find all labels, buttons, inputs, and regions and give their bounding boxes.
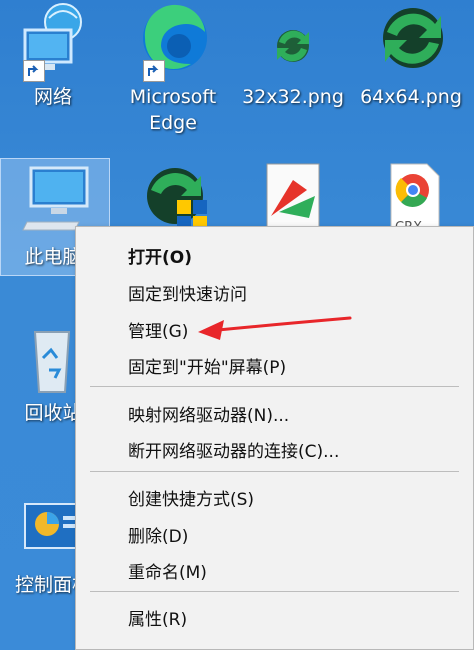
menu-item-rename[interactable]: 重命名(M) <box>128 558 207 583</box>
network-icon <box>13 2 93 82</box>
png-file-icon <box>253 2 333 82</box>
menu-item-pin-start[interactable]: 固定到"开始"屏幕(P) <box>128 353 286 378</box>
red-arrow-annotation <box>198 316 352 340</box>
icon-label: 64x64.png <box>360 86 462 108</box>
desktop-icon-32png[interactable]: 32x32.png <box>240 2 346 110</box>
menu-item-manage[interactable]: 管理(G) <box>128 317 188 342</box>
menu-item-pin-quick-access[interactable]: 固定到快速访问 <box>128 280 247 305</box>
menu-separator <box>90 471 459 472</box>
menu-item-disconnect-drive[interactable]: 断开网络驱动器的连接(C)... <box>128 437 339 462</box>
icon-label: 网络 <box>33 86 72 108</box>
shortcut-arrow-icon <box>23 60 45 82</box>
menu-separator <box>90 386 459 387</box>
icon-label: Microsoft Edge <box>129 86 217 134</box>
icon-label: 32x32.png <box>242 86 344 108</box>
menu-item-properties[interactable]: 属性(R) <box>128 605 187 630</box>
menu-item-map-drive[interactable]: 映射网络驱动器(N)... <box>128 401 289 426</box>
desktop-icon-64png[interactable]: 64x64.png <box>358 2 464 110</box>
desktop-icon-network[interactable]: 网络 <box>0 2 106 110</box>
menu-item-delete[interactable]: 删除(D) <box>128 522 188 547</box>
menu-item-create-shortcut[interactable]: 创建快捷方式(S) <box>128 485 254 510</box>
png-file-icon <box>371 2 451 82</box>
shortcut-arrow-icon <box>143 60 165 82</box>
menu-item-open[interactable]: 打开(O) <box>128 243 192 268</box>
context-menu: 打开(O) 固定到快速访问 管理(G) 固定到"开始"屏幕(P) 映射网络驱动器… <box>75 226 474 650</box>
desktop-icon-edge[interactable]: Microsoft Edge <box>120 2 226 136</box>
menu-separator <box>90 591 459 592</box>
edge-icon <box>133 2 213 82</box>
